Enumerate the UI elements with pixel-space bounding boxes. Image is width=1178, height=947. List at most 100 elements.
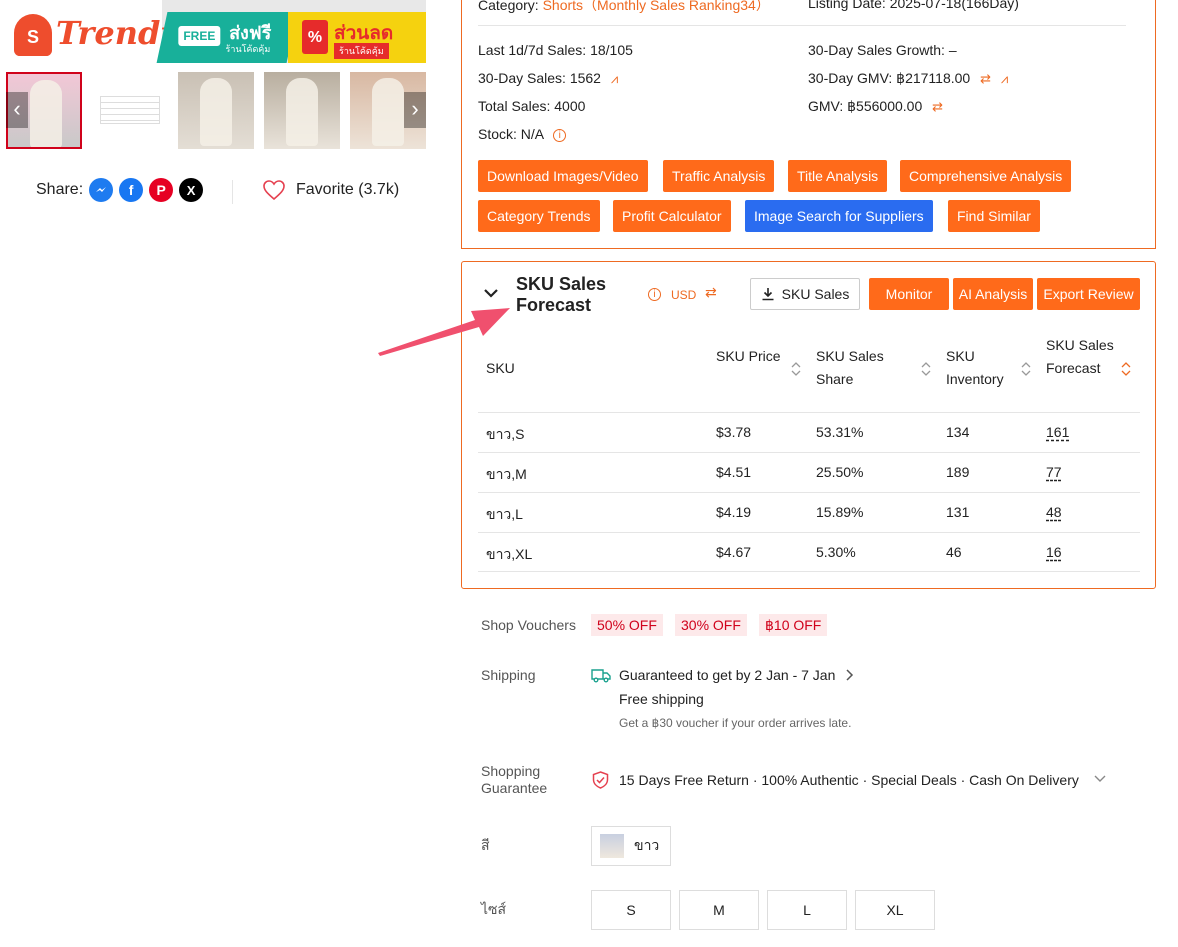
gmv-text: GMV: ฿556000.00 [808,98,923,114]
last-sales-stat: Last 1d/7d Sales: 18/105 [478,42,633,58]
growth-stat: 30-Day Sales Growth: – [808,42,957,58]
cell-share: 25.50% [816,464,864,480]
thumbnail-image [286,78,318,146]
image-search-button[interactable]: Image Search for Suppliers [745,200,933,232]
sku-sales-download-button[interactable]: SKU Sales [750,278,860,310]
title-analysis-button[interactable]: Title Analysis [788,160,888,192]
x-icon[interactable]: X [179,178,204,202]
profit-calculator-button[interactable]: Profit Calculator [613,200,731,232]
color-label: สี [481,837,490,853]
cell-sku: ขาว,L [486,506,523,522]
cell-price: $4.19 [716,504,752,520]
sort-icon[interactable] [791,361,801,377]
category-trends-button[interactable]: Category Trends [478,200,600,232]
facebook-icon[interactable]: f [119,178,144,202]
size-option-m[interactable]: M [679,890,759,930]
thumbnail-strip: ‹ › [6,72,426,149]
shield-icon [592,771,609,789]
info-icon[interactable]: i [648,288,661,301]
shipping-eta[interactable]: Guaranteed to get by 2 Jan - 7 Jan [619,667,835,683]
chevron-right-icon[interactable] [844,669,854,681]
thumbnail-image [372,78,404,146]
chevron-down-icon[interactable] [1094,774,1106,784]
size-option-s[interactable]: S [591,890,671,930]
sku-panel-title: SKU Sales Forecast [516,274,607,315]
sales-30-text: 30-Day Sales: 1562 [478,70,601,86]
color-option-white[interactable]: ขาว [591,826,671,866]
free-shipping-text: Free shipping [619,691,704,707]
column-header-inventory: SKU Inventory [946,348,1004,387]
sort-icon[interactable] [1121,361,1131,377]
pinterest-icon[interactable]: P [149,178,174,202]
swap-icon[interactable]: ⇄ [705,284,717,301]
total-sales-stat: Total Sales: 4000 [478,98,586,114]
voucher-chip[interactable]: ฿10 OFF [759,614,828,636]
sort-icon[interactable] [921,361,931,377]
ai-analysis-button[interactable]: AI Analysis [953,278,1033,310]
cell-share: 5.30% [816,544,856,560]
chevron-left-icon[interactable]: ‹ [6,92,28,128]
swap-icon[interactable]: ⇄ [980,71,991,87]
currency-label: USD [671,288,697,302]
cell-sku: ขาว,M [486,466,527,482]
heart-icon [263,180,285,201]
column-header-sku: SKU [486,360,515,376]
traffic-analysis-button[interactable]: Traffic Analysis [663,160,775,192]
share-label: Share: [36,181,84,198]
cell-inventory: 189 [946,464,970,480]
export-review-button[interactable]: Export Review [1037,278,1140,310]
category-label: Category: [478,0,539,13]
comprehensive-analysis-button[interactable]: Comprehensive Analysis [900,160,1072,192]
thumbnail-4[interactable] [264,72,340,149]
chevron-right-icon[interactable]: › [404,92,426,128]
stock-text: Stock: N/A [478,126,544,142]
column-header-share: SKU Sales Share [816,348,884,387]
find-similar-button[interactable]: Find Similar [948,200,1040,232]
favorite-button[interactable]: Favorite (3.7k) [262,178,399,202]
voucher-chip[interactable]: 50% OFF [591,614,663,636]
free-tag: FREE [178,26,221,46]
line-chart-icon[interactable]: ⩘ [611,71,618,87]
thumbnail-3[interactable] [178,72,254,149]
thumbnail-image [200,78,232,146]
info-icon[interactable]: i [553,128,567,142]
cell-price: $4.51 [716,464,752,480]
cell-forecast[interactable]: 48 [1046,504,1062,520]
cell-forecast[interactable]: 77 [1046,464,1062,480]
size-label: ไซส์ [481,901,507,917]
sale-sub: ร้านโค้ดคุ้ม [334,43,389,59]
gmv-stat: GMV: ฿556000.00 ⇄ [808,98,943,115]
free-shipping-panel: FREE ส่งฟรี ร้านโค้ดคุ้ม [156,12,298,63]
color-option-label: ขาว [634,837,660,853]
thumbnail-2[interactable] [92,72,168,149]
cell-price: $3.78 [716,424,752,440]
cell-sku: ขาว,XL [486,546,533,562]
monitor-button[interactable]: Monitor [869,278,949,310]
table-row: ขาว,XL $4.67 5.30% 46 16 [478,532,1140,572]
discount-panel: % ส่วนลด ร้านโค้ดคุ้ม [288,12,426,63]
truck-icon [591,669,611,683]
listing-label: Listing Date: [808,0,886,11]
gmv-30-text: 30-Day GMV: ฿217118.00 [808,70,971,86]
thumbnail-image [30,80,62,147]
line-chart-icon[interactable]: ⩘ [1001,71,1008,87]
column-header-forecast: SKU Sales Forecast [1046,337,1114,376]
voucher-chip[interactable]: 30% OFF [675,614,747,636]
listing-value: 2025-07-18(166Day) [889,0,1019,11]
download-media-button[interactable]: Download Images/Video [478,160,648,192]
guarantee-label: Shopping Guarantee [481,763,548,796]
category-link[interactable]: Shorts（Monthly Sales Ranking34） [543,0,770,13]
sort-icon[interactable] [1021,361,1031,377]
cell-forecast[interactable]: 161 [1046,424,1069,440]
cell-forecast[interactable]: 16 [1046,544,1062,560]
guarantee-text[interactable]: 15 Days Free Return · 100% Authentic · S… [619,772,1089,788]
banner-brand: S Trendy [6,0,179,63]
size-option-xl[interactable]: XL [855,890,935,930]
swap-icon[interactable]: ⇄ [932,99,943,115]
messenger-icon[interactable] [89,178,114,202]
sales-30-stat: 30-Day Sales: 1562 ⩘ [478,70,618,87]
size-option-l[interactable]: L [767,890,847,930]
product-stats-panel: Category: Shorts（Monthly Sales Ranking34… [461,0,1156,249]
table-row: ขาว,L $4.19 15.89% 131 48 [478,492,1140,532]
cell-inventory: 131 [946,504,970,520]
